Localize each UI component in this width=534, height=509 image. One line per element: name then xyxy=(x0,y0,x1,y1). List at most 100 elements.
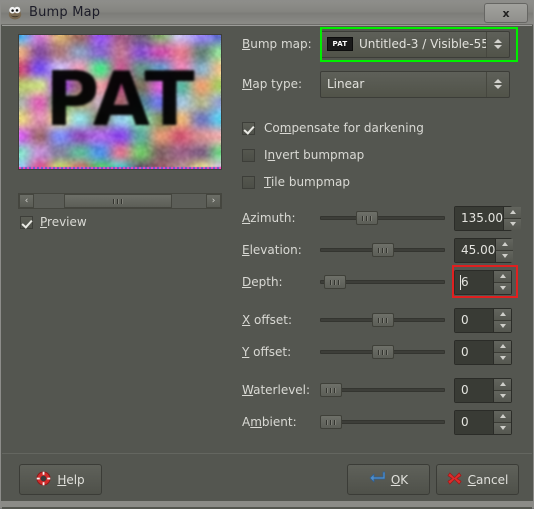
x-offset-spinbox[interactable]: 0 xyxy=(454,308,512,333)
ambient-spin-buttons[interactable] xyxy=(493,411,511,434)
depth-slider[interactable] xyxy=(320,273,445,291)
azimuth-slider-handle[interactable] xyxy=(356,211,378,225)
bump-map-dropdown-arrows-icon[interactable] xyxy=(486,32,509,57)
compensate-darkening-label: Compensate for darkening xyxy=(264,121,424,135)
tile-bumpmap-checkbox[interactable] xyxy=(242,176,255,189)
y-offset-slider[interactable] xyxy=(320,343,445,361)
invert-bumpmap-label: Invert bumpmap xyxy=(264,148,364,162)
elevation-spin-buttons[interactable] xyxy=(495,239,513,262)
x-offset-slider-handle[interactable] xyxy=(372,313,394,327)
grip-icon xyxy=(330,280,340,285)
ok-button-label: OK xyxy=(391,473,408,487)
y-offset-spin-up-icon[interactable] xyxy=(494,341,511,353)
lifebuoy-icon xyxy=(36,471,51,489)
cancel-button-label: Cancel xyxy=(468,473,509,487)
azimuth-label: Azimuth: xyxy=(242,211,320,225)
ambient-spin-up-icon[interactable] xyxy=(494,411,511,423)
ambient-value[interactable]: 0 xyxy=(455,411,493,434)
invert-bumpmap-row[interactable]: Invert bumpmap xyxy=(242,142,364,168)
preview-checkbox[interactable] xyxy=(20,216,33,229)
window-title: Bump Map xyxy=(29,5,100,20)
azimuth-slider-track[interactable] xyxy=(320,216,445,220)
y-offset-spinbox[interactable]: 0 xyxy=(454,340,512,365)
red-x-icon xyxy=(447,471,462,489)
enter-arrow-icon xyxy=(369,471,385,488)
elevation-spinbox[interactable]: 45.00 xyxy=(454,238,512,263)
ambient-slider[interactable] xyxy=(320,413,445,431)
azimuth-spin-down-icon[interactable] xyxy=(504,219,521,230)
map-type-dropdown-arrows-icon[interactable] xyxy=(486,72,509,97)
elevation-slider[interactable] xyxy=(320,241,445,259)
close-button[interactable]: x xyxy=(484,3,528,23)
dialog-content: ‹ › Preview Bump map: PAT Untitled-3 / V… xyxy=(2,25,532,452)
y-offset-slider-handle[interactable] xyxy=(372,345,394,359)
waterlevel-spin-up-icon[interactable] xyxy=(494,379,511,391)
azimuth-spin-buttons[interactable] xyxy=(503,207,521,230)
cancel-button[interactable]: Cancel xyxy=(436,464,519,495)
grip-icon xyxy=(378,318,388,323)
azimuth-spin-up-icon[interactable] xyxy=(504,207,521,219)
depth-value[interactable]: 6 xyxy=(455,271,493,294)
grip-icon xyxy=(326,420,336,425)
waterlevel-value[interactable]: 0 xyxy=(455,379,493,402)
x-offset-spin-up-icon[interactable] xyxy=(494,309,511,321)
map-type-combo[interactable]: Linear xyxy=(320,71,510,98)
grip-icon xyxy=(378,350,388,355)
waterlevel-spin-buttons[interactable] xyxy=(493,379,511,402)
x-offset-slider[interactable] xyxy=(320,311,445,329)
scroll-left-arrow-icon[interactable]: ‹ xyxy=(19,194,34,208)
grip-icon xyxy=(378,248,388,253)
ambient-spinbox[interactable]: 0 xyxy=(454,410,512,435)
y-offset-spin-buttons[interactable] xyxy=(493,341,511,364)
compensate-darkening-row[interactable]: Compensate for darkening xyxy=(242,115,424,141)
help-button[interactable]: Help xyxy=(19,464,102,495)
depth-label: Depth: xyxy=(242,275,320,289)
depth-spin-down-icon[interactable] xyxy=(494,283,511,294)
compensate-darkening-checkbox[interactable] xyxy=(242,122,255,135)
map-type-label: Map type: xyxy=(242,77,320,91)
grip-icon xyxy=(326,388,336,393)
bump-map-row: Bump map: PAT Untitled-3 / Visible-55 xyxy=(242,31,510,57)
scroll-right-arrow-icon[interactable]: › xyxy=(206,194,221,208)
waterlevel-slider-handle[interactable] xyxy=(320,383,342,397)
ambient-spin-down-icon[interactable] xyxy=(494,423,511,434)
scrollbar-thumb[interactable] xyxy=(64,194,172,208)
ambient-slider-handle[interactable] xyxy=(320,415,342,429)
bump-map-combo[interactable]: PAT Untitled-3 / Visible-55 xyxy=(320,31,510,58)
tile-bumpmap-row[interactable]: Tile bumpmap xyxy=(242,169,350,195)
elevation-spin-down-icon[interactable] xyxy=(496,251,513,262)
preview-horizontal-scrollbar[interactable]: ‹ › xyxy=(18,193,222,209)
depth-spin-buttons[interactable] xyxy=(493,271,511,294)
x-offset-value[interactable]: 0 xyxy=(455,309,493,332)
invert-bumpmap-checkbox[interactable] xyxy=(242,149,255,162)
elevation-row: Elevation: 45.00 xyxy=(242,237,512,263)
waterlevel-spin-down-icon[interactable] xyxy=(494,391,511,402)
preview-frame[interactable] xyxy=(18,34,222,170)
x-offset-label: X offset: xyxy=(242,313,320,327)
waterlevel-row: Waterlevel: 0 xyxy=(242,377,512,403)
close-icon: x xyxy=(502,7,509,20)
azimuth-value[interactable]: 135.00 xyxy=(455,207,503,230)
waterlevel-slider[interactable] xyxy=(320,381,445,399)
x-offset-spin-buttons[interactable] xyxy=(493,309,511,332)
waterlevel-spinbox[interactable]: 0 xyxy=(454,378,512,403)
y-offset-spin-down-icon[interactable] xyxy=(494,353,511,364)
elevation-spin-up-icon[interactable] xyxy=(496,239,513,251)
preview-checkbox-row[interactable]: Preview xyxy=(20,215,87,229)
depth-spin-up-icon[interactable] xyxy=(494,271,511,283)
x-offset-row: X offset: 0 xyxy=(242,307,512,333)
scrollbar-track[interactable] xyxy=(34,194,206,208)
y-offset-value[interactable]: 0 xyxy=(455,341,493,364)
azimuth-slider[interactable] xyxy=(320,209,445,227)
depth-slider-handle[interactable] xyxy=(324,275,346,289)
ok-button[interactable]: OK xyxy=(347,464,430,495)
azimuth-spinbox[interactable]: 135.00 xyxy=(454,206,512,231)
preview-image[interactable] xyxy=(19,35,221,169)
depth-spinbox[interactable]: 6 xyxy=(454,270,512,295)
elevation-slider-handle[interactable] xyxy=(372,243,394,257)
x-offset-spin-down-icon[interactable] xyxy=(494,321,511,332)
controls-panel: Bump map: PAT Untitled-3 / Visible-55 Ma… xyxy=(242,25,532,452)
depth-row: Depth: 6 xyxy=(242,269,512,295)
elevation-value[interactable]: 45.00 xyxy=(455,239,495,262)
title-bar[interactable]: Bump Map x xyxy=(1,1,533,25)
